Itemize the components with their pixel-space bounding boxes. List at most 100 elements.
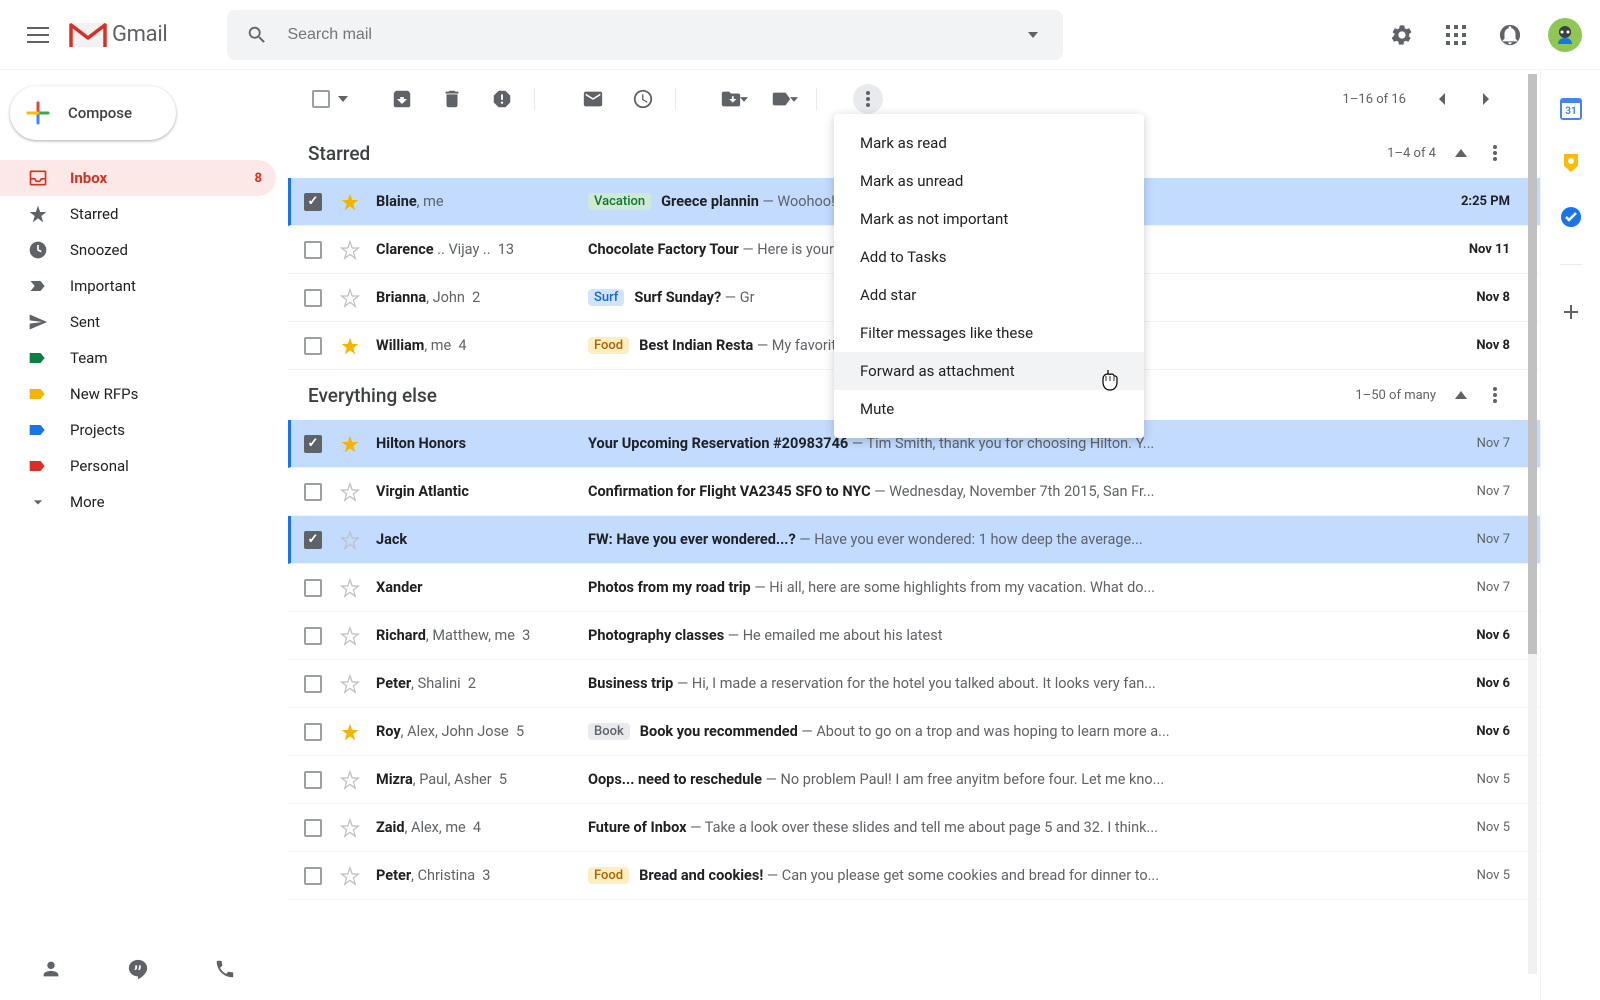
search-bar[interactable] (227, 10, 1063, 60)
next-page-icon[interactable] (1466, 77, 1510, 121)
mail-row[interactable]: Peter, Shalini 2 Business trip — Hi, I m… (288, 660, 1540, 708)
label-chip[interactable]: Book (588, 723, 630, 740)
contacts-icon[interactable] (29, 947, 73, 991)
mail-row[interactable]: Xander Photos from my road trip — Hi all… (288, 564, 1540, 612)
sidebar-item-starred[interactable]: Starred (0, 196, 276, 232)
menu-item-mark-as-not-important[interactable]: Mark as not important (834, 200, 1144, 238)
label-chip[interactable]: Food (588, 337, 629, 354)
archive-icon[interactable] (380, 77, 424, 121)
mail-date: Nov 8 (1476, 290, 1510, 305)
more-actions-button[interactable] (853, 84, 883, 114)
search-options-icon[interactable] (1011, 13, 1055, 57)
row-checkbox[interactable] (304, 435, 322, 453)
mark-unread-icon[interactable] (571, 77, 615, 121)
star-icon[interactable] (340, 818, 360, 838)
tasks-icon[interactable] (1560, 206, 1582, 228)
sidebar-item-new-rfps[interactable]: New RFPs (0, 376, 276, 412)
row-checkbox[interactable] (304, 241, 322, 259)
main-menu-button[interactable] (14, 11, 62, 59)
mail-date: Nov 7 (1477, 436, 1510, 451)
star-icon[interactable] (340, 482, 360, 502)
notifications-icon[interactable] (1488, 13, 1532, 57)
sidebar-item-more[interactable]: More (0, 484, 276, 520)
row-checkbox[interactable] (304, 867, 322, 885)
collapse-icon[interactable] (1446, 380, 1476, 410)
mail-date: Nov 11 (1469, 242, 1510, 257)
scrollbar-track[interactable] (1528, 74, 1537, 974)
mail-row[interactable]: Mizra, Paul, Asher 5 Oops... need to res… (288, 756, 1540, 804)
sidebar-item-team[interactable]: Team (0, 340, 276, 376)
section-more-icon[interactable] (1480, 380, 1510, 410)
settings-icon[interactable] (1380, 13, 1424, 57)
move-to-icon[interactable] (712, 77, 756, 121)
hangouts-icon[interactable] (116, 947, 160, 991)
star-icon[interactable] (340, 530, 360, 550)
sidebar-item-important[interactable]: Important (0, 268, 276, 304)
labels-icon[interactable] (762, 77, 806, 121)
star-icon[interactable] (340, 288, 360, 308)
menu-item-filter-messages-like-these[interactable]: Filter messages like these (834, 314, 1144, 352)
calendar-icon[interactable]: 31 (1560, 98, 1582, 120)
mail-sender: Hilton Honors (376, 435, 588, 452)
collapse-icon[interactable] (1446, 138, 1476, 168)
row-checkbox[interactable] (304, 483, 322, 501)
star-icon[interactable] (340, 434, 360, 454)
star-icon[interactable] (340, 866, 360, 886)
gmail-logo[interactable]: Gmail (68, 20, 167, 50)
star-icon[interactable] (340, 240, 360, 260)
mail-row[interactable]: Peter, Christina 3 FoodBread and cookies… (288, 852, 1540, 900)
label-chip[interactable]: Food (588, 867, 629, 884)
sidebar-item-projects[interactable]: Projects (0, 412, 276, 448)
sidebar-item-personal[interactable]: Personal (0, 448, 276, 484)
compose-button[interactable]: Compose (10, 86, 176, 140)
mail-row[interactable]: Richard, Matthew, me 3 Photography class… (288, 612, 1540, 660)
account-avatar[interactable] (1548, 18, 1582, 52)
phone-icon[interactable] (203, 947, 247, 991)
row-checkbox[interactable] (304, 771, 322, 789)
nav-label: Sent (70, 313, 262, 331)
label-chip[interactable]: Surf (588, 289, 624, 306)
sidebar-item-sent[interactable]: Sent (0, 304, 276, 340)
snooze-icon[interactable] (621, 77, 665, 121)
star-icon[interactable] (340, 674, 360, 694)
row-checkbox[interactable] (304, 723, 322, 741)
scrollbar-thumb[interactable] (1528, 74, 1537, 654)
mail-row[interactable]: Roy, Alex, John Jose 5 BookBook you reco… (288, 708, 1540, 756)
row-checkbox[interactable] (304, 627, 322, 645)
row-checkbox[interactable] (304, 337, 322, 355)
prev-page-icon[interactable] (1418, 77, 1462, 121)
sidebar-item-snoozed[interactable]: Snoozed (0, 232, 276, 268)
row-checkbox[interactable] (304, 819, 322, 837)
row-checkbox[interactable] (304, 579, 322, 597)
star-icon[interactable] (340, 336, 360, 356)
section-more-icon[interactable] (1480, 138, 1510, 168)
star-icon[interactable] (340, 578, 360, 598)
star-icon[interactable] (340, 770, 360, 790)
star-icon[interactable] (340, 626, 360, 646)
sidebar-item-inbox[interactable]: Inbox8 (0, 160, 276, 196)
row-checkbox[interactable] (304, 289, 322, 307)
mail-row[interactable]: Zaid, Alex, me 4 Future of Inbox — Take … (288, 804, 1540, 852)
search-icon[interactable] (235, 13, 279, 57)
add-panel-icon[interactable] (1560, 301, 1582, 323)
search-input[interactable] (279, 26, 1011, 44)
row-checkbox[interactable] (304, 531, 322, 549)
mail-row[interactable]: Virgin Atlantic Confirmation for Flight … (288, 468, 1540, 516)
menu-item-add-to-tasks[interactable]: Add to Tasks (834, 238, 1144, 276)
section-count: 1–4 of 4 (1387, 146, 1436, 161)
mail-row[interactable]: Jack FW: Have you ever wondered...? — Ha… (288, 516, 1540, 564)
apps-icon[interactable] (1434, 13, 1478, 57)
row-checkbox[interactable] (304, 193, 322, 211)
menu-item-mark-as-unread[interactable]: Mark as unread (834, 162, 1144, 200)
spam-icon[interactable] (480, 77, 524, 121)
star-icon[interactable] (340, 192, 360, 212)
label-chip[interactable]: Vacation (588, 193, 651, 210)
select-all-checkbox[interactable] (312, 90, 330, 108)
row-checkbox[interactable] (304, 675, 322, 693)
select-dropdown-icon[interactable] (332, 77, 354, 121)
star-icon[interactable] (340, 722, 360, 742)
menu-item-add-star[interactable]: Add star (834, 276, 1144, 314)
menu-item-mark-as-read[interactable]: Mark as read (834, 124, 1144, 162)
keep-icon[interactable] (1560, 152, 1582, 174)
delete-icon[interactable] (430, 77, 474, 121)
